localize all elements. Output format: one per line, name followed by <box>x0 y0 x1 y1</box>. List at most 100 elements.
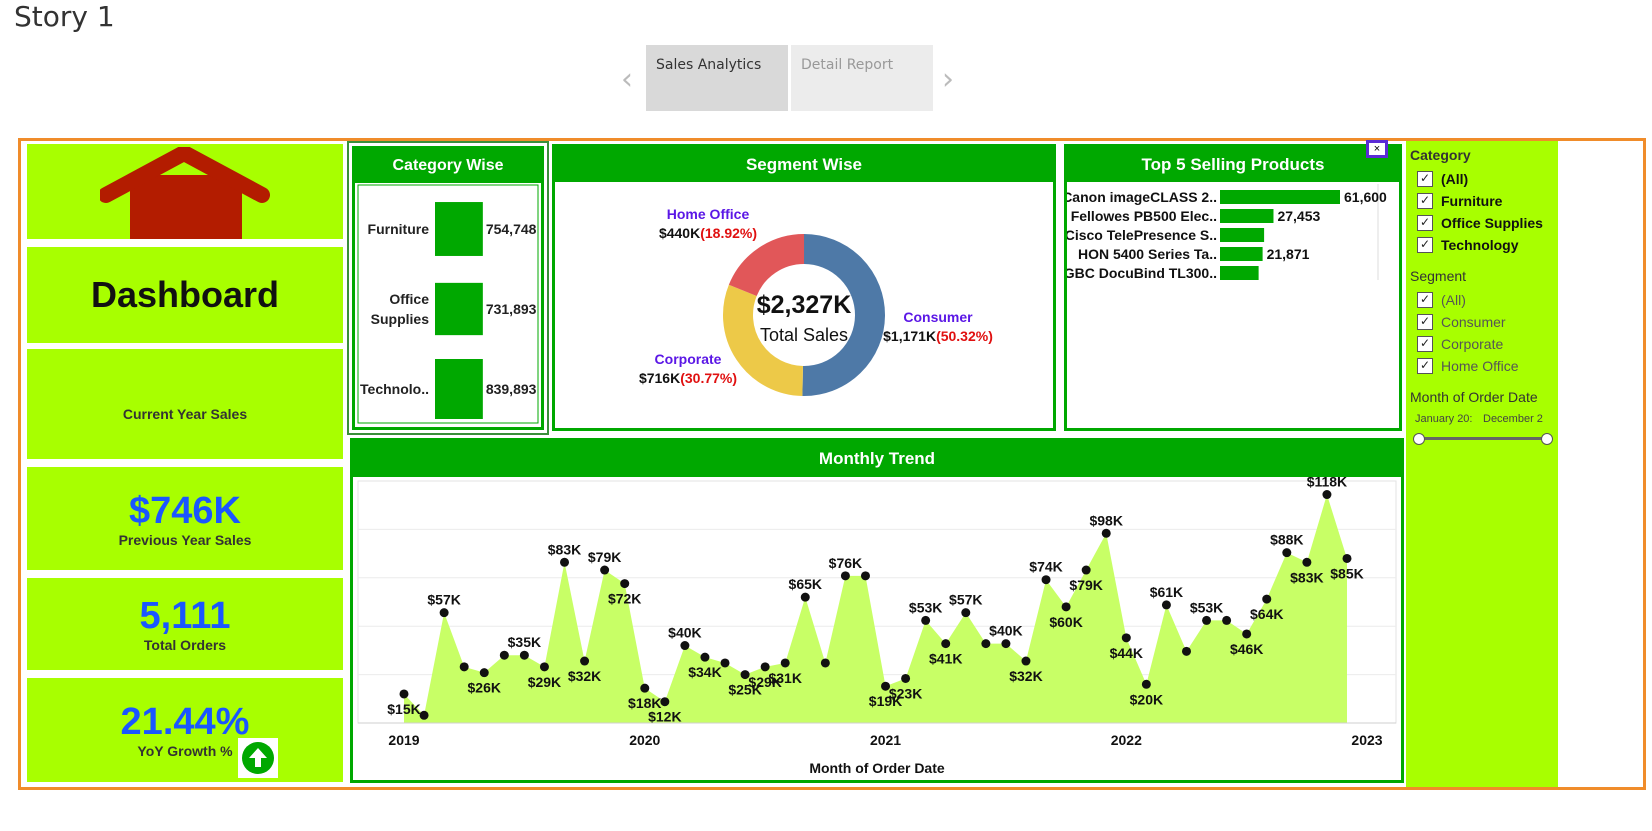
product-label: Canon imageCLASS 2.. <box>1067 189 1217 205</box>
date-range-slider-track[interactable] <box>1418 437 1546 440</box>
trend-point[interactable] <box>800 592 810 602</box>
category-bar[interactable] <box>435 359 483 419</box>
trend-point[interactable] <box>941 639 951 649</box>
trend-point[interactable] <box>961 608 971 618</box>
trend-point[interactable] <box>539 662 549 672</box>
filter-option[interactable]: ✓ Technology <box>1417 234 1543 256</box>
trend-point[interactable] <box>459 662 469 672</box>
filter-option[interactable]: ✓ Corporate <box>1417 333 1519 355</box>
filter-option[interactable]: ✓ (All) <box>1417 289 1519 311</box>
trend-point[interactable] <box>580 656 590 666</box>
trend-point[interactable] <box>1141 679 1151 689</box>
range-end-label: December 2 <box>1483 413 1543 425</box>
product-bar[interactable] <box>1220 247 1263 261</box>
trend-point[interactable] <box>1041 575 1051 585</box>
trend-point[interactable] <box>720 658 730 668</box>
category-filter-title: Category <box>1410 147 1471 163</box>
trend-x-tick-label: 2023 <box>1351 732 1382 748</box>
checkbox-checked-icon[interactable]: ✓ <box>1417 193 1433 209</box>
checkbox-checked-icon[interactable]: ✓ <box>1417 292 1433 308</box>
trend-point[interactable] <box>399 689 409 699</box>
trend-point[interactable] <box>1081 565 1091 575</box>
previous-story-arrow-icon[interactable]: ‹ <box>621 62 633 97</box>
trend-data-label: $44K <box>1110 645 1143 661</box>
trend-point[interactable] <box>1202 615 1212 625</box>
trend-point[interactable] <box>921 615 931 625</box>
trend-data-label: $74K <box>1029 559 1062 575</box>
tab-sales-analytics[interactable]: Sales Analytics <box>646 45 788 111</box>
category-bar[interactable] <box>435 202 483 256</box>
category-value-label: 754,748 <box>486 221 537 237</box>
trend-data-label: $64K <box>1250 606 1283 622</box>
trend-point[interactable] <box>1021 656 1031 666</box>
trend-point[interactable] <box>479 668 489 678</box>
trend-point[interactable] <box>1001 639 1011 649</box>
checkbox-checked-icon[interactable]: ✓ <box>1417 314 1433 330</box>
trend-point[interactable] <box>1262 594 1272 604</box>
date-range-start-handle[interactable] <box>1413 433 1425 445</box>
filter-option[interactable]: ✓ Home Office <box>1417 355 1519 377</box>
trend-point[interactable] <box>1181 646 1191 656</box>
trend-point[interactable] <box>901 673 911 683</box>
trend-point[interactable] <box>660 697 670 707</box>
checkbox-checked-icon[interactable]: ✓ <box>1417 171 1433 187</box>
trend-data-label: $20K <box>1130 691 1163 707</box>
trend-x-axis-title: Month of Order Date <box>809 760 945 776</box>
trend-point[interactable] <box>780 658 790 668</box>
trend-point[interactable] <box>1161 600 1171 610</box>
segment-wise-panel: Segment Wise $2,327K Total Sales Consumer $… <box>552 144 1056 431</box>
trend-point[interactable] <box>1322 490 1332 500</box>
category-label: Technolo.. <box>360 381 429 397</box>
trend-data-label: $79K <box>588 549 621 565</box>
trend-point[interactable] <box>680 641 690 651</box>
trend-point[interactable] <box>1101 528 1111 538</box>
trend-point[interactable] <box>700 652 710 662</box>
trend-point[interactable] <box>600 565 610 575</box>
product-bar[interactable] <box>1220 266 1259 280</box>
date-range-end-handle[interactable] <box>1541 433 1553 445</box>
tab-detail-report[interactable]: Detail Report <box>791 45 933 111</box>
trend-point[interactable] <box>439 608 449 618</box>
checkbox-checked-icon[interactable]: ✓ <box>1417 215 1433 231</box>
checkbox-checked-icon[interactable]: ✓ <box>1417 336 1433 352</box>
segment-slice[interactable] <box>728 233 805 297</box>
filter-option[interactable]: ✓ Office Supplies <box>1417 212 1543 234</box>
trend-point[interactable] <box>1342 553 1352 563</box>
home-tile[interactable] <box>27 144 343 239</box>
checkbox-checked-icon[interactable]: ✓ <box>1417 358 1433 374</box>
filter-option[interactable]: ✓ Furniture <box>1417 190 1543 212</box>
trend-point[interactable] <box>640 683 650 693</box>
product-bar[interactable] <box>1220 209 1274 223</box>
trend-point[interactable] <box>981 639 991 649</box>
trend-point[interactable] <box>1222 615 1232 625</box>
category-bar[interactable] <box>435 282 483 336</box>
trend-point[interactable] <box>1242 629 1252 639</box>
trend-point[interactable] <box>820 658 830 668</box>
trend-point[interactable] <box>1121 633 1131 643</box>
trend-point[interactable] <box>620 579 630 589</box>
current-year-sales-label: Current Year Sales <box>122 406 248 422</box>
trend-data-label: $32K <box>1009 668 1042 684</box>
segment-filter-list: ✓ (All) ✓ Consumer ✓ Corporate ✓ Home Office <box>1417 289 1519 377</box>
next-story-arrow-icon[interactable]: › <box>942 62 954 97</box>
product-bar[interactable] <box>1220 228 1265 242</box>
checkbox-checked-icon[interactable]: ✓ <box>1417 237 1433 253</box>
trend-point[interactable] <box>1061 602 1071 612</box>
category-wise-panel: Category Wise Furniture 754,748 Office Supp… <box>352 146 544 430</box>
filter-option-label: Technology <box>1441 237 1519 253</box>
filter-option[interactable]: ✓ Consumer <box>1417 311 1519 333</box>
trend-point[interactable] <box>499 650 509 660</box>
trend-point[interactable] <box>519 650 529 660</box>
close-icon[interactable]: × <box>1366 140 1388 158</box>
filter-option[interactable]: ✓ (All) <box>1417 168 1543 190</box>
product-bar[interactable] <box>1220 190 1340 204</box>
trend-point[interactable] <box>560 557 570 567</box>
trend-point[interactable] <box>1302 557 1312 567</box>
segment-value: $1,171K <box>883 328 936 344</box>
trend-data-label: $83K <box>548 541 581 557</box>
trend-point[interactable] <box>860 571 870 581</box>
trend-point[interactable] <box>419 710 429 720</box>
home-icon[interactable] <box>100 147 270 239</box>
trend-point[interactable] <box>1282 548 1292 558</box>
trend-point[interactable] <box>840 571 850 581</box>
